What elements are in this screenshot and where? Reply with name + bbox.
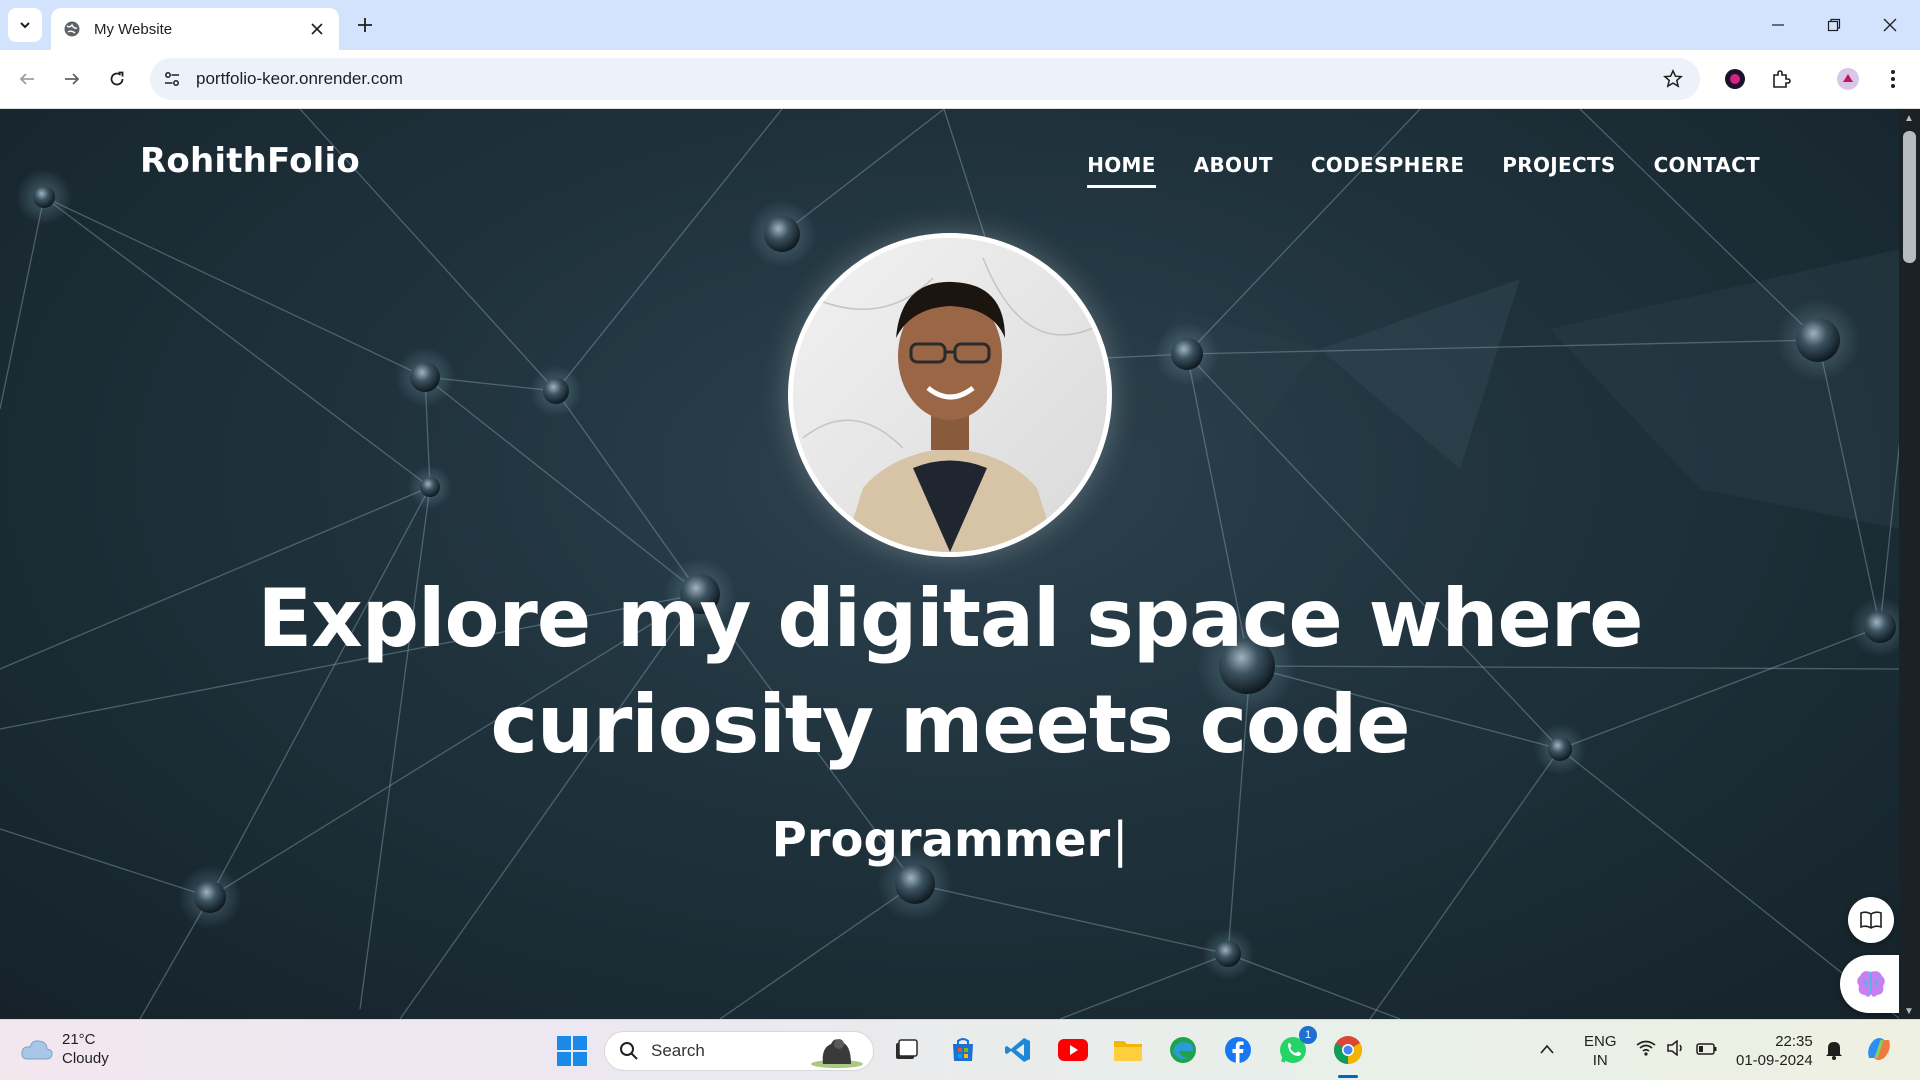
reload-icon xyxy=(110,71,124,86)
back-button[interactable] xyxy=(10,62,44,96)
active-app-indicator xyxy=(1338,1075,1358,1078)
bookmark-star-icon[interactable] xyxy=(1662,68,1684,90)
volume-icon xyxy=(1667,1039,1682,1057)
clock-time: 22:35 xyxy=(1775,1033,1813,1050)
clock-date: 01-09-2024 xyxy=(1736,1052,1813,1069)
edge-icon[interactable] xyxy=(1165,1032,1201,1068)
taskbar-search-box[interactable]: Search xyxy=(604,1031,874,1071)
close-icon xyxy=(1883,18,1897,32)
whatsapp-icon[interactable]: 1 xyxy=(1275,1026,1317,1068)
vscode-icon[interactable] xyxy=(1000,1032,1036,1068)
nav-about-link[interactable]: ABOUT xyxy=(1194,153,1273,188)
new-tab-button[interactable] xyxy=(350,10,380,40)
forward-button[interactable] xyxy=(55,62,89,96)
typed-role: Programmer xyxy=(771,812,1111,868)
site-logo[interactable]: RohithFolio xyxy=(140,141,360,181)
youtube-icon[interactable] xyxy=(1055,1032,1091,1068)
plus-icon xyxy=(358,18,372,32)
weather-widget[interactable]: 21°C Cloudy xyxy=(20,1030,109,1068)
search-icon xyxy=(620,1042,638,1060)
profile-photo xyxy=(788,233,1112,557)
taskbar-search-label: Search xyxy=(651,1041,705,1060)
nav-home-link[interactable]: HOME xyxy=(1087,153,1156,188)
typed-role-text: Programmer| xyxy=(0,812,1900,868)
copilot-icon[interactable] xyxy=(1864,1034,1894,1069)
browser-tab-active[interactable]: My Website xyxy=(51,8,339,50)
wifi-icon xyxy=(1636,1040,1656,1056)
restore-icon xyxy=(1827,18,1841,32)
nav-projects-link[interactable]: PROJECTS xyxy=(1502,153,1615,188)
hero-headline-line-1: Explore my digital space where xyxy=(257,572,1644,665)
restore-button[interactable] xyxy=(1806,0,1862,50)
reader-mode-button[interactable] xyxy=(1848,897,1894,943)
minimize-icon xyxy=(1772,24,1784,26)
windows-start-icon[interactable] xyxy=(556,1035,588,1067)
tab-title: My Website xyxy=(94,20,173,38)
nav-contact-link[interactable]: CONTACT xyxy=(1654,153,1760,188)
brain-icon xyxy=(1857,971,1885,997)
cloud-icon xyxy=(21,1040,53,1060)
globe-icon xyxy=(62,19,82,39)
whatsapp-badge: 1 xyxy=(1299,1026,1317,1044)
site-navigation: HOME ABOUT CODESPHERE PROJECTS CONTACT xyxy=(1087,153,1760,188)
address-bar[interactable]: portfolio-keor.onrender.com xyxy=(150,58,1700,100)
tray-overflow-icon[interactable] xyxy=(1540,1040,1554,1059)
network-status-icons[interactable] xyxy=(1636,1039,1718,1061)
gorilla-illustration-icon xyxy=(811,1039,863,1068)
tab-search-button[interactable] xyxy=(8,8,42,42)
microsoft-store-icon[interactable] xyxy=(945,1032,981,1068)
scroll-down-icon[interactable]: ▼ xyxy=(1904,1006,1914,1017)
language-code: ENG xyxy=(1584,1033,1617,1050)
reload-button[interactable] xyxy=(100,62,134,96)
weather-temp: 21°C xyxy=(62,1031,96,1048)
kebab-menu-icon[interactable] xyxy=(1878,64,1908,94)
arrow-right-icon xyxy=(65,73,80,85)
close-window-button[interactable] xyxy=(1862,0,1918,50)
battery-icon xyxy=(1696,1043,1717,1055)
notifications-icon[interactable] xyxy=(1825,1040,1843,1065)
arrow-left-icon xyxy=(19,73,34,85)
browser-tab-strip: My Website xyxy=(0,0,1920,50)
file-explorer-icon[interactable] xyxy=(1110,1032,1146,1068)
minimize-button[interactable] xyxy=(1750,0,1806,50)
extension-icon[interactable] xyxy=(1720,64,1750,94)
hero-headline-line-2: curiosity meets code xyxy=(490,678,1411,771)
weather-desc: Cloudy xyxy=(62,1050,109,1067)
typing-cursor: | xyxy=(1112,812,1129,868)
scrollbar-thumb[interactable] xyxy=(1903,131,1916,263)
chevron-down-icon xyxy=(20,22,30,29)
language-indicator[interactable]: ENG IN xyxy=(1584,1032,1617,1070)
tab-close-icon[interactable] xyxy=(303,15,331,43)
clock[interactable]: 22:35 01-09-2024 xyxy=(1736,1032,1813,1070)
scroll-up-icon[interactable]: ▲ xyxy=(1904,113,1914,124)
hero-headline: Explore my digital space where curiosity… xyxy=(0,566,1900,778)
windows-taskbar: 21°C Cloudy Search 1 ENG IN 22:35 01-09-… xyxy=(0,1019,1920,1080)
chrome-taskbar-icon[interactable] xyxy=(1330,1032,1366,1078)
browser-toolbar: portfolio-keor.onrender.com xyxy=(0,50,1920,109)
facebook-icon[interactable] xyxy=(1220,1032,1256,1068)
page-scrollbar[interactable]: ▲ ▼ xyxy=(1899,109,1920,1019)
extensions-puzzle-icon[interactable] xyxy=(1766,64,1796,94)
page-viewport: RohithFolio HOME ABOUT CODESPHERE PROJEC… xyxy=(0,109,1920,1019)
nav-codesphere-link[interactable]: CODESPHERE xyxy=(1311,153,1464,188)
ai-assistant-button[interactable] xyxy=(1840,955,1902,1013)
profile-avatar[interactable] xyxy=(1833,64,1863,94)
task-view-icon[interactable] xyxy=(888,1032,924,1068)
site-info-icon[interactable] xyxy=(160,67,184,91)
region-code: IN xyxy=(1592,1052,1608,1069)
url-text: portfolio-keor.onrender.com xyxy=(196,69,403,88)
book-open-icon xyxy=(1860,911,1882,929)
